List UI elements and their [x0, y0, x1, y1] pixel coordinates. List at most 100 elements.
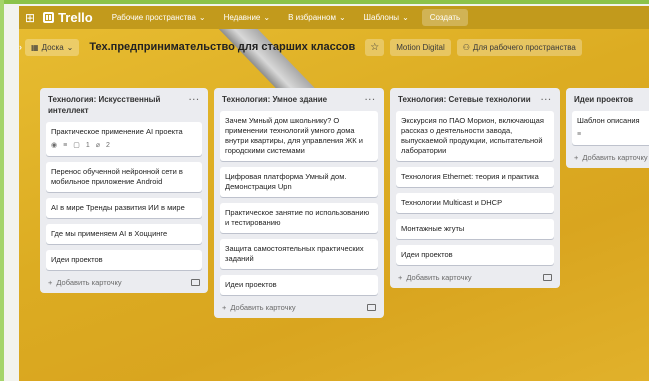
more-icon[interactable]: ···: [189, 94, 200, 105]
card[interactable]: Технологии Multicast и DHCP: [396, 193, 554, 213]
board-view-icon: ▦: [31, 42, 39, 52]
card[interactable]: Практическое применение AI проекта ◉ ≡ ▢…: [46, 122, 202, 156]
menu-starred[interactable]: В избранном ⌄: [283, 13, 351, 22]
card-text: Идеи проектов: [401, 250, 453, 259]
card-text: Монтажные жгуты: [401, 224, 465, 233]
add-card-label: Добавить карточку: [56, 278, 122, 287]
list-header: Технология: Сетевые технологии ···: [396, 94, 554, 105]
add-card-button[interactable]: + Добавить карточку: [574, 153, 648, 162]
add-card-row: + Добавить карточку: [46, 276, 202, 287]
card[interactable]: AI в мире Тренды развития ИИ в мире: [46, 198, 202, 218]
more-icon[interactable]: ···: [365, 94, 376, 105]
chevron-down-icon: ⌄: [338, 13, 346, 22]
list-title[interactable]: Идеи проектов: [574, 94, 633, 105]
add-card-button[interactable]: + Добавить карточку: [48, 278, 122, 287]
menu-workspaces-label: Рабочие пространства: [111, 13, 196, 22]
trello-logo-text: Trello: [58, 10, 93, 25]
chevron-down-icon: ⌄: [198, 13, 206, 22]
card-template-icon[interactable]: [191, 279, 200, 286]
frame-left-border: [0, 0, 4, 381]
card[interactable]: Цифровая платформа Умный дом. Демонстрац…: [220, 167, 378, 197]
trello-board-window: ⊞ Trello Рабочие пространства ⌄ Недавние…: [19, 6, 649, 381]
list-header: Технология: Искусственный интеллект ···: [46, 94, 202, 116]
chevron-down-icon: ⌄: [402, 13, 409, 22]
screenshot-frame: ⊞ Trello Рабочие пространства ⌄ Недавние…: [0, 0, 649, 381]
plus-icon: +: [222, 303, 227, 312]
card[interactable]: Идеи проектов: [396, 245, 554, 265]
comment-icon: ▢: [73, 142, 80, 149]
star-board-button[interactable]: ☆: [365, 38, 385, 56]
card[interactable]: Зачем Умный дом школьнику? О применении …: [220, 111, 378, 161]
collapse-sidebar-icon[interactable]: ›: [19, 42, 22, 52]
star-icon: ☆: [370, 41, 380, 53]
frame-top-border: [0, 0, 649, 4]
list-header: Идеи проектов: [572, 94, 649, 105]
plus-icon: +: [574, 153, 579, 162]
list-title[interactable]: Технология: Умное здание: [222, 94, 327, 105]
workspace-button[interactable]: Motion Digital: [390, 38, 451, 56]
card-text: Перенос обученной нейронной сети в мобил…: [51, 167, 183, 186]
board-view-switcher[interactable]: ▦ Доска ⌄: [25, 38, 80, 56]
trello-logo-icon: [43, 12, 55, 23]
card[interactable]: Где мы применяем AI в Хоццинге: [46, 224, 202, 244]
card[interactable]: Защита самостоятельных практических зада…: [220, 239, 378, 269]
create-button[interactable]: Создать: [421, 9, 469, 26]
menu-starred-label: В избранном: [288, 13, 336, 22]
add-card-button[interactable]: + Добавить карточку: [222, 303, 296, 312]
attachment-count: 2: [105, 142, 110, 149]
card[interactable]: Идеи проектов: [46, 250, 202, 270]
card[interactable]: Шаблон описания ≡: [572, 111, 649, 145]
card-text: Практическое применение AI проекта: [51, 127, 183, 136]
top-header: ⊞ Trello Рабочие пространства ⌄ Недавние…: [19, 6, 649, 29]
plus-icon: +: [48, 278, 53, 287]
chevron-down-icon: ⌄: [263, 13, 271, 22]
menu-templates-label: Шаблоны: [363, 13, 400, 22]
attachment-icon: ⌀: [95, 142, 100, 149]
card[interactable]: Технология Ethernet: теория и практика: [396, 167, 554, 187]
menu-recent-label: Недавние: [223, 13, 261, 22]
add-card-row: + Добавить карточку: [220, 301, 378, 312]
card[interactable]: Монтажные жгуты: [396, 219, 554, 239]
card[interactable]: Перенос обученной нейронной сети в мобил…: [46, 162, 202, 192]
description-icon: ≡: [63, 142, 68, 149]
list-header: Технология: Умное здание ···: [220, 94, 378, 105]
list-project-ideas: Идеи проектов Шаблон описания ≡ + Добави…: [566, 88, 649, 168]
add-card-button[interactable]: + Добавить карточку: [398, 273, 472, 282]
card-text: Цифровая платформа Умный дом. Демонстрац…: [225, 172, 347, 191]
watch-icon: ◉: [51, 142, 58, 149]
description-icon: ≡: [577, 131, 582, 138]
menu-workspaces[interactable]: Рабочие пространства ⌄: [107, 13, 211, 22]
card-text: Технология Ethernet: теория и практика: [401, 172, 539, 181]
add-card-label: Добавить карточку: [230, 303, 296, 312]
more-icon[interactable]: ···: [541, 94, 552, 105]
list-title[interactable]: Технология: Сетевые технологии: [398, 94, 531, 105]
add-card-label: Добавить карточку: [406, 273, 472, 282]
list-networks: Технология: Сетевые технологии ··· Экску…: [390, 88, 560, 288]
menu-recent[interactable]: Недавние ⌄: [219, 13, 275, 22]
card-text: Практическое занятие по использованию и …: [225, 208, 370, 227]
card-template-icon[interactable]: [543, 274, 552, 281]
list-ai: Технология: Искусственный интеллект ··· …: [40, 88, 208, 293]
card[interactable]: Экскурсия по ПАО Морион, включающая расс…: [396, 111, 554, 161]
menu-templates[interactable]: Шаблоны ⌄: [359, 13, 414, 22]
card[interactable]: Практическое занятие по использованию и …: [220, 203, 378, 233]
card-text: Экскурсия по ПАО Морион, включающая расс…: [401, 116, 544, 155]
add-card-label: Добавить карточку: [582, 153, 648, 162]
list-smart-building: Технология: Умное здание ··· Зачем Умный…: [214, 88, 384, 318]
board-title[interactable]: Тех.предпринимательство для старших клас…: [89, 41, 355, 53]
card-badges: ◉ ≡ ▢ 1 ⌀ 2: [51, 141, 197, 151]
card-text: Технологии Multicast и DHCP: [401, 198, 503, 207]
comment-count: 1: [85, 142, 90, 149]
add-card-row: + Добавить карточку: [572, 151, 649, 162]
card[interactable]: Идеи проектов: [220, 275, 378, 295]
list-title[interactable]: Технология: Искусственный интеллект: [48, 94, 189, 116]
trello-logo[interactable]: Trello: [43, 10, 93, 25]
board-view-label: Доска: [41, 42, 64, 52]
visibility-button[interactable]: ⚇ Для рабочего пространства: [456, 38, 582, 56]
card-text: AI в мире Тренды развития ИИ в мире: [51, 203, 185, 212]
card-template-icon[interactable]: [367, 304, 376, 311]
apps-grid-icon[interactable]: ⊞: [25, 12, 35, 24]
card-text: Идеи проектов: [51, 255, 103, 264]
plus-icon: +: [398, 273, 403, 282]
visibility-label: Для рабочего пространства: [472, 42, 576, 52]
